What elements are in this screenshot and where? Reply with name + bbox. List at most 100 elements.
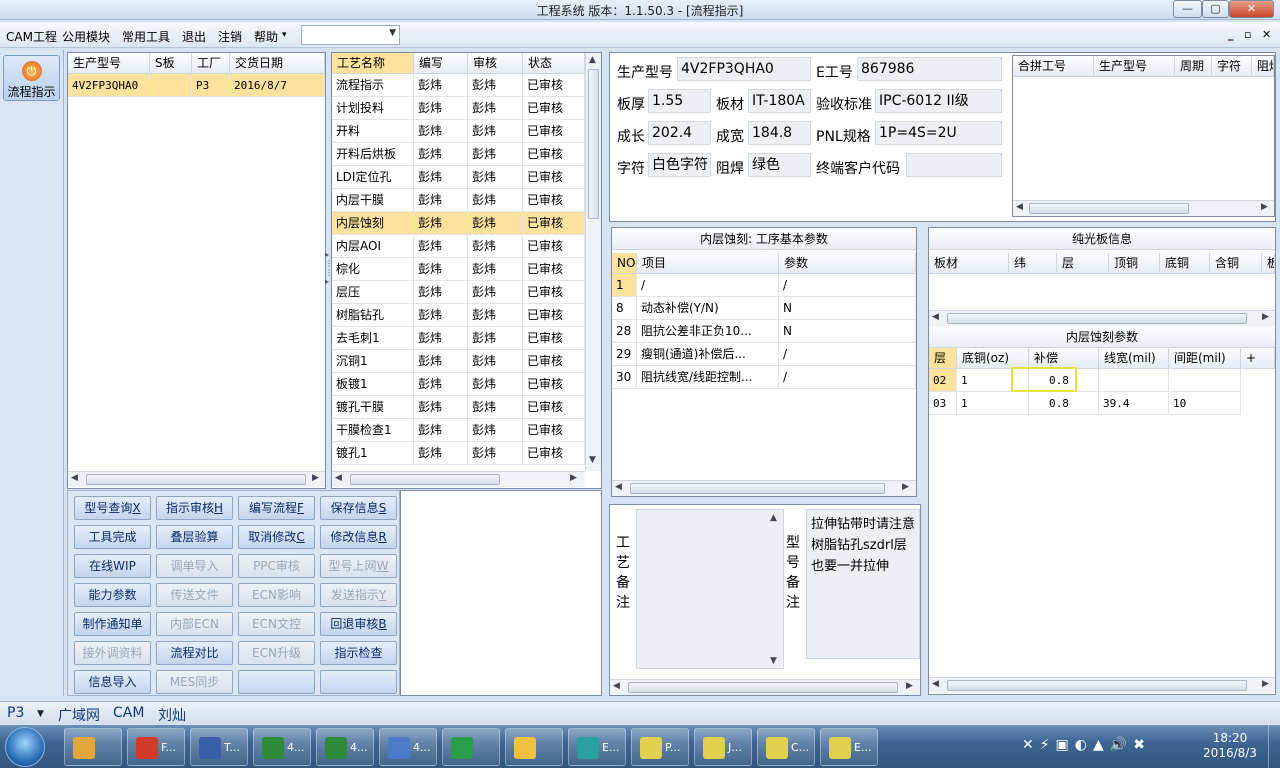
action-button-20[interactable]: 接外调资料 xyxy=(74,641,151,665)
action-button-17[interactable]: 内部ECN xyxy=(156,612,233,636)
action-button-23[interactable]: 指示检查 xyxy=(320,641,397,665)
col-no[interactable]: NO xyxy=(612,253,637,274)
col-model[interactable]: 生产型号 xyxy=(68,53,150,74)
col-plain-top[interactable]: 顶铜 xyxy=(1109,253,1160,274)
col-author[interactable]: 编写 xyxy=(414,53,468,74)
action-button-22[interactable]: ECN升级 xyxy=(238,641,315,665)
action-button-19[interactable]: 回退审核B xyxy=(320,612,397,636)
orders-hscroll[interactable]: ◀ ▶ xyxy=(68,471,325,487)
merge-hscroll[interactable]: ◀ ▶ xyxy=(1013,200,1274,216)
action-button-10[interactable]: PPC审核 xyxy=(238,554,315,578)
taskbar-app-2[interactable]: T... xyxy=(190,728,248,766)
action-button-26[interactable] xyxy=(238,670,315,694)
menu-cam[interactable]: CAM工程 xyxy=(6,28,57,45)
model-field[interactable]: 4V2FP3QHA0 xyxy=(677,57,811,81)
action-button-7[interactable]: 修改信息R xyxy=(320,525,397,549)
length-field[interactable]: 202.4 xyxy=(648,121,711,145)
action-button-4[interactable]: 工具完成 xyxy=(74,525,151,549)
col-spacing[interactable]: 间距(mil) xyxy=(1169,348,1241,369)
menu-common-module[interactable]: 公用模块 xyxy=(62,28,110,45)
action-button-21[interactable]: 流程对比 xyxy=(156,641,233,665)
action-button-6[interactable]: 取消修改C xyxy=(238,525,315,549)
scroll-right-icon[interactable]: ▶ xyxy=(570,473,577,483)
chevron-down-icon[interactable]: ▼ xyxy=(37,709,44,719)
col-merge-eno[interactable]: 合拼工号 xyxy=(1013,56,1094,77)
action-button-13[interactable]: 传送文件 xyxy=(156,583,233,607)
col-plain-bottom[interactable]: 底铜 xyxy=(1160,253,1210,274)
scroll-left-icon[interactable]: ◀ xyxy=(932,312,939,322)
close-button[interactable]: ✕ xyxy=(1229,0,1274,18)
tray-icons[interactable]: ✕⚡▣◐▲🔊✖ xyxy=(1022,737,1151,753)
taskbar-app-1[interactable]: F... xyxy=(127,728,185,766)
scroll-left-icon[interactable]: ◀ xyxy=(932,679,939,689)
action-button-0[interactable]: 型号查询X xyxy=(74,496,151,520)
mask-field[interactable]: 绿色 xyxy=(748,153,811,177)
scroll-left-icon[interactable]: ◀ xyxy=(615,482,622,492)
taskbar-app-8[interactable]: E... xyxy=(568,728,626,766)
etch-hscroll[interactable]: ◀ ▶ xyxy=(929,677,1275,693)
process-hscroll[interactable]: ◀ ▶ xyxy=(332,471,585,487)
taskbar-app-11[interactable]: C... xyxy=(757,728,815,766)
col-base-cu[interactable]: 底铜(oz) xyxy=(957,348,1029,369)
col-plain-layer[interactable]: 层 xyxy=(1057,253,1109,274)
maximize-button[interactable]: ▢ xyxy=(1202,0,1229,18)
scroll-thumb[interactable] xyxy=(947,680,1247,691)
menu-logout[interactable]: 注销 xyxy=(218,28,242,45)
col-merge-model[interactable]: 生产型号 xyxy=(1094,56,1175,77)
scroll-thumb[interactable] xyxy=(1029,203,1189,214)
model-note-field[interactable]: 拉伸钻带时请注意树脂钻孔szdrl层也要一并拉伸 xyxy=(806,509,920,659)
col-merge-cycle[interactable]: 周期 xyxy=(1175,56,1212,77)
standard-field[interactable]: IPC-6012 II级 xyxy=(875,89,1002,113)
col-param[interactable]: 参数 xyxy=(779,253,916,274)
scroll-left-icon[interactable]: ◀ xyxy=(71,473,78,483)
taskbar-app-3[interactable]: 4... xyxy=(253,728,311,766)
menu-tools[interactable]: 常用工具 xyxy=(122,28,170,45)
col-date[interactable]: 交货日期 xyxy=(230,53,325,74)
col-s[interactable]: S板 xyxy=(150,53,192,74)
scroll-thumb[interactable] xyxy=(630,483,885,494)
col-plain-material[interactable]: 板材 xyxy=(929,253,1009,274)
action-button-25[interactable]: MES同步 xyxy=(156,670,233,694)
action-button-8[interactable]: 在线WIP xyxy=(74,554,151,578)
clock[interactable]: 18:20 2016/8/3 xyxy=(1200,731,1260,761)
taskbar-app-10[interactable]: J... xyxy=(694,728,752,766)
start-button[interactable] xyxy=(5,727,45,767)
col-status[interactable]: 状态 xyxy=(523,53,585,74)
scroll-left-icon[interactable]: ◀ xyxy=(613,681,620,691)
col-line-width[interactable]: 线宽(mil) xyxy=(1099,348,1169,369)
taskbar-app-7[interactable] xyxy=(505,728,563,766)
scroll-up-icon[interactable]: ▲ xyxy=(589,55,596,65)
scroll-right-icon[interactable]: ▶ xyxy=(312,473,319,483)
scroll-down-icon[interactable]: ▼ xyxy=(589,455,596,465)
action-button-5[interactable]: 叠层验算 xyxy=(156,525,233,549)
action-button-27[interactable] xyxy=(320,670,397,694)
scroll-down-icon[interactable]: ▼ xyxy=(770,656,777,666)
scroll-thumb[interactable] xyxy=(588,69,599,219)
scroll-right-icon[interactable]: ▶ xyxy=(902,482,909,492)
scroll-right-icon[interactable]: ▶ xyxy=(1262,312,1269,322)
scroll-right-icon[interactable]: ▶ xyxy=(906,681,913,691)
params-hscroll[interactable]: ◀ ▶ xyxy=(612,480,916,496)
col-add[interactable]: + xyxy=(1241,348,1275,369)
action-button-2[interactable]: 编写流程F xyxy=(238,496,315,520)
taskbar-app-9[interactable]: P... xyxy=(631,728,689,766)
show-desktop-button[interactable] xyxy=(1268,725,1280,768)
action-button-14[interactable]: ECN影响 xyxy=(238,583,315,607)
scroll-thumb[interactable] xyxy=(628,682,898,693)
process-note-field[interactable]: ▲ ▼ xyxy=(636,509,784,669)
minimize-button[interactable]: — xyxy=(1173,0,1202,18)
mdi-close-button[interactable]: ✕ xyxy=(1262,28,1271,41)
scroll-thumb[interactable] xyxy=(947,313,1247,324)
col-plain-weft[interactable]: 纬 xyxy=(1009,253,1057,274)
customer-code-field[interactable] xyxy=(906,153,1002,177)
col-process-name[interactable]: 工艺名称 xyxy=(332,53,414,74)
taskbar-app-5[interactable]: 4... xyxy=(379,728,437,766)
scroll-left-icon[interactable]: ◀ xyxy=(335,473,342,483)
action-button-1[interactable]: 指示审核H xyxy=(156,496,233,520)
taskbar-app-6[interactable] xyxy=(442,728,500,766)
process-vscroll[interactable]: ▲ ▼ xyxy=(585,53,601,471)
notes-hscroll[interactable]: ◀ ▶ xyxy=(610,679,920,695)
scroll-left-icon[interactable]: ◀ xyxy=(1016,202,1023,212)
col-merge-char[interactable]: 字符 xyxy=(1212,56,1252,77)
action-button-15[interactable]: 发送指示Y xyxy=(320,583,397,607)
